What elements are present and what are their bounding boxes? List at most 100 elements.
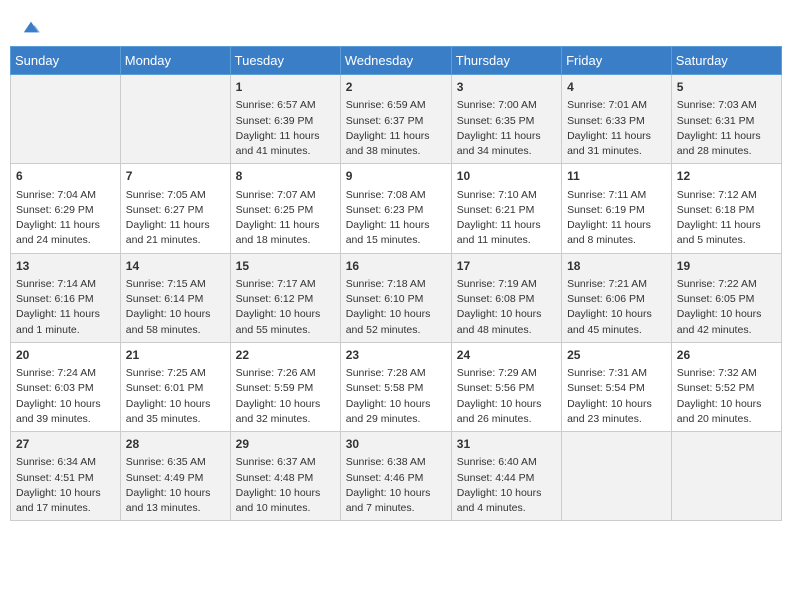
day-number: 18: [567, 258, 666, 275]
day-number: 2: [346, 79, 446, 96]
day-info-line: Sunrise: 7:12 AM: [677, 188, 776, 203]
day-info-line: Daylight: 11 hours and 8 minutes.: [567, 218, 666, 248]
day-number: 4: [567, 79, 666, 96]
day-info-line: Daylight: 10 hours and 13 minutes.: [126, 486, 225, 516]
day-info-line: Daylight: 11 hours and 21 minutes.: [126, 218, 225, 248]
weekday-header-monday: Monday: [120, 47, 230, 75]
weekday-header-row: SundayMondayTuesdayWednesdayThursdayFrid…: [11, 47, 782, 75]
day-info-line: Sunset: 6:16 PM: [16, 292, 115, 307]
day-info-line: Daylight: 10 hours and 4 minutes.: [457, 486, 556, 516]
calendar-week-4: 20Sunrise: 7:24 AMSunset: 6:03 PMDayligh…: [11, 342, 782, 431]
calendar-cell: 1Sunrise: 6:57 AMSunset: 6:39 PMDaylight…: [230, 75, 340, 164]
calendar-cell: 5Sunrise: 7:03 AMSunset: 6:31 PMDaylight…: [671, 75, 781, 164]
day-info-line: Daylight: 10 hours and 26 minutes.: [457, 397, 556, 427]
day-number: 19: [677, 258, 776, 275]
calendar-cell: [562, 432, 672, 521]
weekday-header-sunday: Sunday: [11, 47, 121, 75]
day-info-line: Sunset: 6:25 PM: [236, 203, 335, 218]
calendar-cell: 16Sunrise: 7:18 AMSunset: 6:10 PMDayligh…: [340, 253, 451, 342]
day-info-line: Sunrise: 7:18 AM: [346, 277, 446, 292]
day-info-line: Daylight: 11 hours and 11 minutes.: [457, 218, 556, 248]
calendar-week-3: 13 Sunrise: 7:14 AMSunset: 6:16 PM Dayligh…: [11, 253, 782, 342]
day-info-line: Daylight: 10 hours and 20 minutes.: [677, 397, 776, 427]
calendar-cell: 11Sunrise: 7:11 AMSunset: 6:19 PMDayligh…: [562, 164, 672, 253]
day-info-line: Sunrise: 7:24 AM: [16, 366, 115, 381]
day-number: 8: [236, 168, 335, 185]
day-number: 25: [567, 347, 666, 364]
day-info-line: Sunrise: 7:03 AM: [677, 98, 776, 113]
day-info-line: Sunrise: 6:38 AM: [346, 455, 446, 470]
day-info-line: Sunset: 6:33 PM: [567, 114, 666, 129]
day-number: 13: [16, 258, 115, 275]
weekday-header-thursday: Thursday: [451, 47, 561, 75]
day-number: 26: [677, 347, 776, 364]
day-number: 5: [677, 79, 776, 96]
day-info-line: Sunset: 6:37 PM: [346, 114, 446, 129]
day-info-line: Sunrise: 7:21 AM: [567, 277, 666, 292]
day-number: 28: [126, 436, 225, 453]
day-number: 10: [457, 168, 556, 185]
day-info-line: Sunrise: 7:04 AM: [16, 188, 115, 203]
day-info-line: Daylight: 10 hours and 17 minutes.: [16, 486, 115, 516]
day-info-line: Daylight: 10 hours and 39 minutes.: [16, 397, 115, 427]
day-info-line: Sunset: 5:59 PM: [236, 381, 335, 396]
logo: [20, 18, 40, 36]
day-info-line: Sunrise: 7:28 AM: [346, 366, 446, 381]
day-info-line: Daylight: 10 hours and 52 minutes.: [346, 307, 446, 337]
day-info-line: Sunrise: 6:35 AM: [126, 455, 225, 470]
day-info-line: Sunrise: 7:14 AM: [16, 277, 115, 292]
day-info-line: Sunset: 6:35 PM: [457, 114, 556, 129]
day-info-line: Sunrise: 7:08 AM: [346, 188, 446, 203]
day-info-line: Daylight: 10 hours and 32 minutes.: [236, 397, 335, 427]
day-info-line: Sunset: 5:54 PM: [567, 381, 666, 396]
day-info-line: Sunset: 6:10 PM: [346, 292, 446, 307]
day-number: 23: [346, 347, 446, 364]
day-number: 30: [346, 436, 446, 453]
day-number: 24: [457, 347, 556, 364]
day-info-line: Sunset: 6:12 PM: [236, 292, 335, 307]
day-info-line: Sunset: 6:05 PM: [677, 292, 776, 307]
calendar-cell: 25Sunrise: 7:31 AMSunset: 5:54 PMDayligh…: [562, 342, 672, 431]
day-info-line: Sunrise: 7:10 AM: [457, 188, 556, 203]
day-info-line: Sunset: 6:08 PM: [457, 292, 556, 307]
day-info-line: Daylight: 10 hours and 58 minutes.: [126, 307, 225, 337]
day-info-line: Sunrise: 7:19 AM: [457, 277, 556, 292]
day-number: 29: [236, 436, 335, 453]
calendar-cell: 4Sunrise: 7:01 AMSunset: 6:33 PMDaylight…: [562, 75, 672, 164]
day-info-line: Sunset: 6:39 PM: [236, 114, 335, 129]
calendar-cell: [120, 75, 230, 164]
day-info-line: Sunrise: 7:25 AM: [126, 366, 225, 381]
weekday-header-saturday: Saturday: [671, 47, 781, 75]
day-info-line: Sunset: 6:23 PM: [346, 203, 446, 218]
calendar-cell: 31Sunrise: 6:40 AMSunset: 4:44 PMDayligh…: [451, 432, 561, 521]
day-number: 27: [16, 436, 115, 453]
day-info-line: Sunrise: 6:59 AM: [346, 98, 446, 113]
calendar-cell: 19Sunrise: 7:22 AMSunset: 6:05 PMDayligh…: [671, 253, 781, 342]
day-info-line: Sunset: 6:03 PM: [16, 381, 115, 396]
calendar-cell: 30Sunrise: 6:38 AMSunset: 4:46 PMDayligh…: [340, 432, 451, 521]
day-info-line: Sunset: 6:06 PM: [567, 292, 666, 307]
day-info-line: Daylight: 10 hours and 45 minutes.: [567, 307, 666, 337]
day-info-line: Sunset: 6:29 PM: [16, 203, 115, 218]
calendar-cell: 29Sunrise: 6:37 AMSunset: 4:48 PMDayligh…: [230, 432, 340, 521]
day-info-line: Sunset: 6:01 PM: [126, 381, 225, 396]
calendar-cell: 3Sunrise: 7:00 AMSunset: 6:35 PMDaylight…: [451, 75, 561, 164]
day-info-line: Sunrise: 7:11 AM: [567, 188, 666, 203]
day-info-line: Sunset: 4:49 PM: [126, 471, 225, 486]
weekday-header-friday: Friday: [562, 47, 672, 75]
calendar-cell: 20Sunrise: 7:24 AMSunset: 6:03 PMDayligh…: [11, 342, 121, 431]
day-info-line: Daylight: 10 hours and 29 minutes.: [346, 397, 446, 427]
day-number: 6: [16, 168, 115, 185]
day-info-line: Sunset: 4:46 PM: [346, 471, 446, 486]
calendar-cell: 26Sunrise: 7:32 AMSunset: 5:52 PMDayligh…: [671, 342, 781, 431]
day-info-line: Sunset: 4:51 PM: [16, 471, 115, 486]
calendar-week-1: 1Sunrise: 6:57 AMSunset: 6:39 PMDaylight…: [11, 75, 782, 164]
day-info-line: Daylight: 11 hours and 41 minutes.: [236, 129, 335, 159]
calendar-cell: 28 Sunrise: 6:35 AMSunset: 4:49 PMDayligh…: [120, 432, 230, 521]
day-number: 15: [236, 258, 335, 275]
day-number: 3: [457, 79, 556, 96]
day-info-line: Daylight: 11 hours and 28 minutes.: [677, 129, 776, 159]
day-info-line: Sunset: 5:52 PM: [677, 381, 776, 396]
day-info-line: Sunset: 6:27 PM: [126, 203, 225, 218]
day-info-line: Sunset: 5:58 PM: [346, 381, 446, 396]
